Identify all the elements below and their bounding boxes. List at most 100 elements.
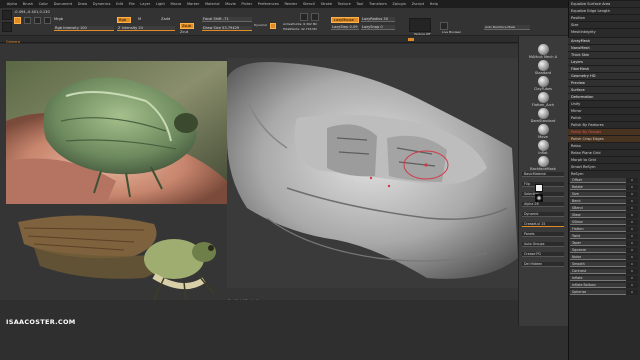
slider-value[interactable]: 0 <box>626 255 638 260</box>
z-intensity-slider[interactable]: Z Intensity 24 <box>117 26 175 31</box>
menu-item-preferences[interactable]: Preferences <box>255 0 282 8</box>
deform-button-polish-by-groups[interactable]: Polish By Groups <box>568 128 640 135</box>
backface-mask-button[interactable]: Auto Backface Mask <box>484 25 530 30</box>
draw-size-slider[interactable]: Draw Size 53.79429 <box>202 26 252 31</box>
palette-row-panels[interactable]: Panels <box>522 232 564 237</box>
solo-icon[interactable] <box>300 13 308 21</box>
menu-item-stencil[interactable]: Stencil <box>300 0 318 8</box>
zsub-button[interactable]: Zsub <box>180 23 194 29</box>
menu-item-picker[interactable]: Picker <box>239 0 255 8</box>
menu-item-layer[interactable]: Layer <box>137 0 153 8</box>
lazy-radius-slider[interactable]: LazyRadius 30 <box>361 17 395 22</box>
brush-claytubes[interactable]: ClayTubes <box>518 76 568 92</box>
rgb-button[interactable]: Rgb <box>117 17 131 23</box>
deform-button-relax-plane-grid[interactable]: Relax Plane Grid <box>568 149 640 156</box>
slider-value[interactable]: 0 <box>626 192 638 197</box>
subpalette-fibermesh[interactable]: FiberMesh <box>568 65 640 72</box>
deform-button-polish-crisp-edges[interactable]: Polish Crisp Edges <box>568 135 640 142</box>
deform-slider-bend[interactable]: Bend <box>570 199 626 204</box>
draw-mode-button[interactable] <box>2 22 12 32</box>
subpalette-preview[interactable]: Preview <box>568 79 640 86</box>
palette-row-creaselvl-15[interactable]: CreaseLvl 15 <box>522 222 564 227</box>
panel-item-equalize-edge-length[interactable]: Equalize Edge Length <box>568 7 640 14</box>
palette-row-selection[interactable]: Selection <box>522 192 564 197</box>
subpalette-layers[interactable]: Layers <box>568 58 640 65</box>
zcut-button[interactable]: Zcut <box>180 30 188 35</box>
slider-value[interactable]: 0 <box>626 290 638 295</box>
menu-item-draw[interactable]: Draw <box>75 0 90 8</box>
deform-slider-inflate-balloon[interactable]: Inflate Balloon <box>570 283 626 288</box>
menu-item-movie[interactable]: Movie <box>222 0 238 8</box>
subpalette-nanomesh[interactable]: NanoMesh <box>568 44 640 51</box>
subpalette-arraymesh[interactable]: ArrayMesh <box>568 37 640 44</box>
deform-button-morph-to-grid[interactable]: Morph to Grid <box>568 156 640 163</box>
lazy-mouse-button[interactable]: LazyMouse <box>331 17 359 23</box>
menu-item-stroke[interactable]: Stroke <box>318 0 335 8</box>
lazy-step-slider[interactable]: LazyStep 0.09 <box>331 25 359 30</box>
slider-value[interactable]: 0 <box>626 213 638 218</box>
deform-slider-sbend[interactable]: SBend <box>570 206 626 211</box>
slider-value[interactable]: 0 <box>626 185 638 190</box>
move-button[interactable] <box>24 17 31 24</box>
menu-item-macro[interactable]: Macro <box>168 0 184 8</box>
brush-backfacemask[interactable]: BackfaceMask <box>518 156 568 172</box>
slider-value[interactable]: 0 <box>626 234 638 239</box>
deform-slider-noise[interactable]: Noise <box>570 255 626 260</box>
deform-button-polish-by-features[interactable]: Polish By Features <box>568 121 640 128</box>
m-button[interactable]: M <box>138 17 141 22</box>
slider-value[interactable]: 0 <box>626 220 638 225</box>
menu-item-color[interactable]: Color <box>36 0 51 8</box>
deform-slider-squeeze[interactable]: Squeeze <box>570 248 626 253</box>
palette-row-alpha-28[interactable]: Alpha 28 <box>522 202 564 207</box>
brush-move[interactable]: Move <box>518 124 568 140</box>
menu-item-material[interactable]: Material <box>202 0 222 8</box>
panel-item-size[interactable]: Size <box>568 21 640 28</box>
menu-item-tool[interactable]: Tool <box>354 0 367 8</box>
deform-button-resym[interactable]: ReSym <box>568 170 640 177</box>
brush-inflat[interactable]: Inflat <box>518 140 568 156</box>
subpalette-thick-skin[interactable]: Thick Skin <box>568 51 640 58</box>
palette-row-crease-pg[interactable]: Crease PG <box>522 252 564 257</box>
transp-icon[interactable] <box>311 13 319 21</box>
menu-item-document[interactable]: Document <box>51 0 75 8</box>
deform-slider-inflate[interactable]: Inflate <box>570 276 626 281</box>
menu-item-dynamics[interactable]: Dynamics <box>90 0 113 8</box>
mrgb-button[interactable]: Mrgb <box>54 17 63 22</box>
slider-value[interactable]: 0 <box>626 178 638 183</box>
slider-value[interactable]: 0 <box>626 262 638 267</box>
slider-value[interactable]: 0 <box>626 269 638 274</box>
menu-item-zscript[interactable]: Zscript <box>409 0 427 8</box>
rgb-intensity-slider[interactable]: Rgb Intensity 100 <box>54 26 114 31</box>
deform-slider-contrast[interactable]: Contrast <box>570 269 626 274</box>
deform-slider-offset[interactable]: Offset <box>570 178 626 183</box>
deform-button-mirror[interactable]: Mirror <box>568 107 640 114</box>
lazy-snap-slider[interactable]: LazySnap 0 <box>361 25 395 30</box>
slider-value[interactable]: 0 <box>626 227 638 232</box>
slider-value[interactable]: 0 <box>626 206 638 211</box>
deform-slider-size[interactable]: Size <box>570 192 626 197</box>
brush-standard[interactable]: Standard <box>518 60 568 76</box>
dynamic-button[interactable]: Dynamic <box>254 23 267 28</box>
menu-item-light[interactable]: Light <box>153 0 168 8</box>
scale-button[interactable] <box>34 17 41 24</box>
dynamic-toggle-icon[interactable] <box>270 23 276 29</box>
brush-flatten-arch[interactable]: Flatten_Arch <box>518 92 568 108</box>
live-boolean-icon[interactable] <box>440 22 448 30</box>
sculpt-model[interactable] <box>227 58 518 288</box>
menu-item-brush[interactable]: Brush <box>20 0 36 8</box>
subpalette-surface[interactable]: Surface <box>568 86 640 93</box>
draw-button[interactable] <box>14 17 21 24</box>
zadd-button[interactable]: Zadd <box>161 17 170 22</box>
menu-item-texture[interactable]: Texture <box>335 0 354 8</box>
deform-button-unify[interactable]: Unify <box>568 100 640 107</box>
subpalette-geometry-hd[interactable]: Geometry HD <box>568 72 640 79</box>
slider-value[interactable]: 0 <box>626 283 638 288</box>
palette-row-dynamic[interactable]: Dynamic <box>522 212 564 217</box>
menu-item-help[interactable]: Help <box>427 0 441 8</box>
slider-value[interactable]: 0 <box>626 276 638 281</box>
rotate-button[interactable] <box>44 17 51 24</box>
panel-item-equalize-surface-area[interactable]: Equalize Surface Area <box>568 0 640 7</box>
brush-mahcut-mech-a[interactable]: MAHcut Mech A <box>518 44 568 60</box>
palette-row-auto-groups[interactable]: Auto Groups <box>522 242 564 247</box>
menu-item-render[interactable]: Render <box>282 0 300 8</box>
